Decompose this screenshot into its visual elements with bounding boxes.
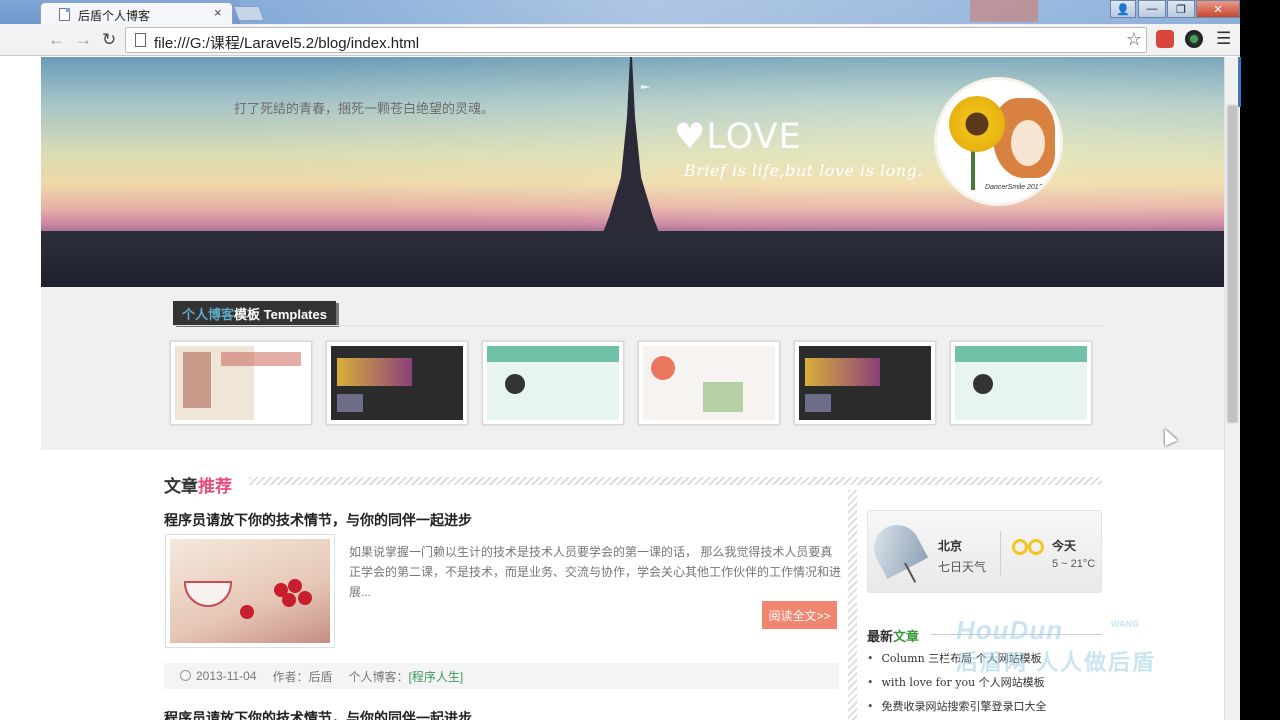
site-motto: 打了死结的青春，捆死一颗苍白绝望的灵魂。 xyxy=(234,101,495,116)
read-more-button[interactable]: 阅读全文>> xyxy=(762,601,837,629)
browser-tab[interactable]: 后盾个人博客 × xyxy=(40,2,233,24)
templates-heading-text: 模板 Templates xyxy=(234,306,327,322)
tab-title: 后盾个人博客 xyxy=(78,9,151,23)
vertical-scrollbar[interactable] xyxy=(1224,57,1241,720)
avatar-flower-stem xyxy=(971,150,975,190)
article-title-2[interactable]: 程序员请放下你的技术情节，与你的同伴一起进步 xyxy=(164,708,472,720)
tab-close-icon[interactable]: × xyxy=(214,5,222,20)
template-thumbnail-5[interactable] xyxy=(794,341,936,425)
new-tab-button[interactable] xyxy=(233,6,265,21)
forward-arrow-icon[interactable]: → xyxy=(75,30,92,50)
templates-heading-highlight: 个人博客 xyxy=(182,306,235,322)
strawberry-illustration xyxy=(298,591,312,605)
section-hatch-divider xyxy=(249,477,1102,485)
page-icon xyxy=(135,33,146,47)
user-profile-icon[interactable]: 👤 xyxy=(1110,0,1136,18)
close-window-button[interactable]: ✕ xyxy=(1196,0,1240,18)
love-subtitle: Brief is life,but love is long. xyxy=(684,161,923,180)
latest-article-item[interactable]: with love for you 个人网站模板 xyxy=(867,676,1047,700)
watermark-line1: HouDun xyxy=(956,615,1064,645)
avatar[interactable]: DancerSmile 2012 xyxy=(934,77,1063,206)
weather-temperature: 5 ~ 21°C xyxy=(1052,558,1096,570)
avatar-signature: DancerSmile 2012 xyxy=(985,184,1043,191)
sun-icon xyxy=(1012,539,1048,565)
umbrella-icon xyxy=(865,516,929,580)
weather-week-link[interactable]: 七日天气 xyxy=(938,558,986,575)
templates-heading: 个人博客 模板 Templates xyxy=(173,301,336,325)
page-viewport: 打了死结的青春，捆死一颗苍白绝望的灵魂。 ♥LOVE Brief is life… xyxy=(41,57,1224,720)
template-thumbnail-3[interactable] xyxy=(482,341,624,425)
sunflower-icon xyxy=(949,96,1005,152)
weather-today: 今天 xyxy=(1052,539,1077,553)
extension-camera-icon[interactable] xyxy=(1185,30,1203,48)
latest-title-plain: 最新 xyxy=(867,629,894,644)
strawberry-illustration xyxy=(282,593,296,607)
strawberry-illustration xyxy=(240,605,254,619)
latest-article-item[interactable]: Column 三栏布局 个人网站模板 xyxy=(867,652,1047,676)
love-title: ♥LOVE xyxy=(674,117,802,157)
latest-articles-title: 最新文章 xyxy=(867,626,919,645)
article-excerpt: 如果说掌握一门赖以生计的技术是技术人员要学会的第一课的话， 那么我觉得技术人员要… xyxy=(349,545,842,599)
menu-icon[interactable]: ☰ xyxy=(1216,29,1231,49)
watermark-small: WANG xyxy=(1111,619,1139,629)
weather-city: 北京 xyxy=(938,539,963,553)
weather-widget: 北京 七日天气 今天 5 ~ 21°C xyxy=(865,510,1102,593)
city-silhouette xyxy=(41,231,1224,287)
love-title-text: LOVE xyxy=(706,117,802,157)
page-favicon-icon xyxy=(59,8,70,21)
back-arrow-icon[interactable]: ← xyxy=(48,30,65,50)
avatar-face xyxy=(1011,120,1045,166)
clock-icon xyxy=(180,670,191,681)
article-category-label: 个人博客： xyxy=(348,669,409,684)
article-image[interactable] xyxy=(165,534,335,648)
bookmark-star-icon[interactable]: ☆ xyxy=(1126,29,1142,50)
template-thumbnail-6[interactable] xyxy=(950,341,1092,425)
browser-toolbar: ← → ↻ file:///G:/课程/Laravel5.2/blog/inde… xyxy=(0,24,1240,56)
latest-article-item[interactable]: 免费收录网站搜索引擎登录口大全 xyxy=(867,700,1047,720)
templates-section: 个人博客 模板 Templates xyxy=(41,287,1224,450)
scrollbar-thumb[interactable] xyxy=(1227,105,1238,423)
article-title[interactable]: 程序员请放下你的技术情节，与你的同伴一起进步 xyxy=(164,510,472,530)
column-divider xyxy=(848,490,857,720)
latest-articles-list: Column 三栏布局 个人网站模板 with love for you 个人网… xyxy=(867,652,1047,720)
template-thumbnail-1[interactable] xyxy=(170,341,312,425)
article-date: 2013-11-04 xyxy=(180,669,257,683)
article-category-link[interactable]: [程序人生] xyxy=(409,670,464,684)
extension-red-icon[interactable] xyxy=(1156,30,1174,48)
window-controls: — ❐ ✕ xyxy=(1138,0,1240,20)
article-meta: 2013-11-04 作者：后盾 个人博客：[程序人生] xyxy=(164,663,839,689)
teacup-illustration xyxy=(184,581,232,607)
header-banner: 打了死结的青春，捆死一颗苍白绝望的灵魂。 ♥LOVE Brief is life… xyxy=(41,57,1224,287)
templates-divider xyxy=(173,325,1102,326)
url-text[interactable]: file:///G:/课程/Laravel5.2/blog/index.html xyxy=(154,32,419,53)
screen-border xyxy=(1240,0,1280,720)
tab-strip: 后盾个人博客 × 👤 — ❐ ✕ xyxy=(0,0,1280,24)
section-title: 文章推荐 xyxy=(164,472,232,497)
minimize-button[interactable]: — xyxy=(1138,0,1166,18)
latest-divider xyxy=(931,634,1102,635)
scrollbar-accent xyxy=(1238,57,1241,107)
article-category: 个人博客：[程序人生] xyxy=(349,668,464,685)
section-title-highlight: 推荐 xyxy=(198,477,232,496)
strawberry-illustration xyxy=(288,579,302,593)
template-thumbnail-4[interactable] xyxy=(638,341,780,425)
background-window-highlight xyxy=(970,0,1038,22)
latest-title-highlight: 文章 xyxy=(893,629,920,644)
weather-divider xyxy=(1000,531,1001,575)
maximize-button[interactable]: ❐ xyxy=(1167,0,1195,18)
section-title-plain: 文章 xyxy=(164,477,198,496)
article-date-text: 2013-11-04 xyxy=(196,669,257,683)
reload-icon[interactable]: ↻ xyxy=(102,30,116,50)
main-content: 文章推荐 程序员请放下你的技术情节，与你的同伴一起进步 如果说掌握一门赖以生计的… xyxy=(41,450,1224,720)
article-author: 作者：后盾 xyxy=(272,669,333,684)
template-thumbnail-2[interactable] xyxy=(326,341,468,425)
address-bar[interactable]: file:///G:/课程/Laravel5.2/blog/index.html… xyxy=(125,27,1147,53)
template-thumbnails xyxy=(170,341,1092,425)
